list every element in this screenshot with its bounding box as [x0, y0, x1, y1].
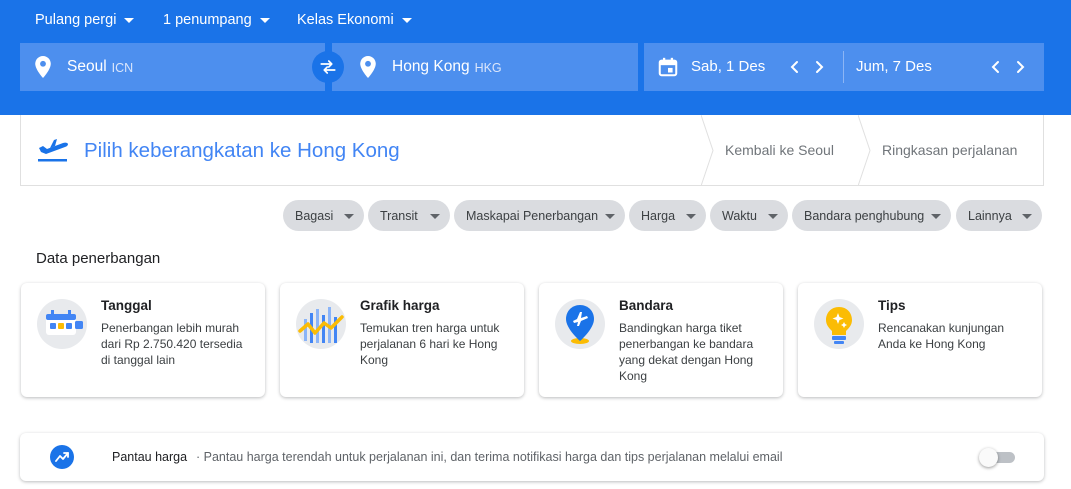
price-tracking-title: Pantau harga: [112, 450, 188, 464]
trending-up-icon: [50, 445, 74, 469]
search-header: Pulang pergi 1 penumpang Kelas Ekonomi S…: [0, 0, 1071, 115]
chevron-down-icon: [931, 214, 941, 219]
card-title: Bandara: [619, 298, 674, 313]
filter-chip-stops[interactable]: Transit: [368, 200, 450, 231]
filter-chip-label: Waktu: [722, 208, 757, 223]
date-divider: [843, 51, 844, 83]
destination-code: HKG: [474, 61, 502, 75]
chevron-down-icon: [430, 214, 440, 219]
step-title: Pilih keberangkatan ke Hong Kong: [84, 139, 400, 162]
step-bar: Pilih keberangkatan ke Hong Kong Kembali…: [20, 115, 1044, 186]
card-description: Rencanakan kunjungan Anda ke Hong Kong: [878, 321, 1005, 351]
date-picker[interactable]: Sab, 1 Des Jum, 7 Des: [644, 43, 1044, 91]
card-airports[interactable]: Bandara Bandingkan harga tiket penerbang…: [539, 283, 783, 397]
step-divider: [701, 115, 714, 186]
origin-code: ICN: [111, 61, 134, 75]
toggle-knob: [979, 448, 998, 467]
swap-button[interactable]: [312, 51, 344, 83]
section-title: Data penerbangan: [36, 250, 161, 267]
filter-chip-label: Transit: [380, 208, 418, 223]
departure-next-button[interactable]: [809, 57, 829, 77]
lightbulb-icon: [814, 299, 864, 349]
location-pin-icon: [35, 56, 51, 78]
filter-chip-label: Lainnya: [968, 208, 1012, 223]
card-title: Tanggal: [101, 298, 152, 313]
calendar-grid-icon: [37, 299, 87, 349]
chevron-left-icon: [790, 61, 798, 73]
trip-type-label: Pulang pergi: [35, 12, 117, 28]
filter-chip-time[interactable]: Waktu: [710, 200, 788, 231]
price-tracking-toggle[interactable]: [979, 448, 1015, 467]
filter-chip-label: Maskapai Penerbangan: [466, 208, 599, 223]
filter-chip-label: Bandara penghubung: [804, 208, 925, 223]
card-title: Tips: [878, 298, 906, 313]
location-pin-icon: [360, 56, 376, 78]
card-title: Grafik harga: [360, 298, 440, 313]
return-next-button[interactable]: [1010, 57, 1030, 77]
chevron-right-icon: [816, 61, 824, 73]
price-tracking-bar: Pantau harga · Pantau harga terendah unt…: [20, 433, 1044, 481]
passengers-dropdown[interactable]: 1 penumpang: [163, 10, 270, 30]
card-tips[interactable]: Tips Rencanakan kunjungan Anda ke Hong K…: [798, 283, 1042, 397]
return-prev-button[interactable]: [986, 57, 1006, 77]
step-summary-link[interactable]: Ringkasan perjalanan: [882, 142, 1017, 158]
card-description: Penerbangan lebih murah dari Rp 2.750.42…: [101, 321, 243, 367]
cabin-class-dropdown[interactable]: Kelas Ekonomi: [297, 10, 412, 30]
origin-city: Seoul: [67, 58, 107, 75]
chevron-left-icon: [991, 61, 999, 73]
trip-type-dropdown[interactable]: Pulang pergi: [35, 10, 135, 30]
filter-chip-baggage[interactable]: Bagasi: [283, 200, 364, 231]
chevron-down-icon: [344, 214, 354, 219]
filter-chip-connecting-airports[interactable]: Bandara penghubung: [792, 200, 951, 231]
chevron-down-icon: [605, 214, 615, 219]
chevron-down-icon: [686, 214, 696, 219]
filter-chip-label: Bagasi: [295, 208, 334, 223]
chevron-down-icon: [124, 17, 135, 23]
airport-pin-icon: [555, 299, 605, 349]
calendar-icon: [658, 57, 678, 77]
swap-arrows-icon: [320, 60, 336, 74]
filter-chip-price[interactable]: Harga: [629, 200, 706, 231]
passengers-label: 1 penumpang: [163, 12, 252, 28]
filter-chip-label: Harga: [641, 208, 676, 223]
destination-field[interactable]: Hong Kong HKG: [332, 43, 638, 91]
card-dates[interactable]: Tanggal Penerbangan lebih murah dari Rp …: [21, 283, 265, 397]
step-return-link[interactable]: Kembali ke Seoul: [725, 142, 834, 158]
card-description: Temukan tren harga untuk perjalanan 6 ha…: [360, 321, 500, 367]
price-tracking-description: · Pantau harga terendah untuk perjalanan…: [196, 450, 783, 464]
filter-chip-airlines[interactable]: Maskapai Penerbangan: [454, 200, 625, 231]
destination-city: Hong Kong: [392, 58, 470, 75]
departure-date[interactable]: Sab, 1 Des: [691, 58, 765, 75]
card-description: Bandingkan harga tiket penerbangan ke ba…: [619, 321, 754, 383]
airplane-departure-icon: [38, 139, 68, 162]
cabin-class-label: Kelas Ekonomi: [297, 12, 394, 28]
step-divider: [858, 115, 871, 186]
filter-chip-more[interactable]: Lainnya: [956, 200, 1042, 231]
chevron-down-icon: [1022, 214, 1032, 219]
chevron-right-icon: [1017, 61, 1025, 73]
departure-prev-button[interactable]: [785, 57, 805, 77]
chevron-down-icon: [259, 17, 270, 23]
chevron-down-icon: [401, 17, 412, 23]
return-date[interactable]: Jum, 7 Des: [856, 58, 932, 75]
origin-field[interactable]: Seoul ICN: [20, 43, 325, 91]
chevron-down-icon: [768, 214, 778, 219]
price-graph-icon: [296, 299, 346, 349]
card-price-graph[interactable]: Grafik harga Temukan tren harga untuk pe…: [280, 283, 524, 397]
